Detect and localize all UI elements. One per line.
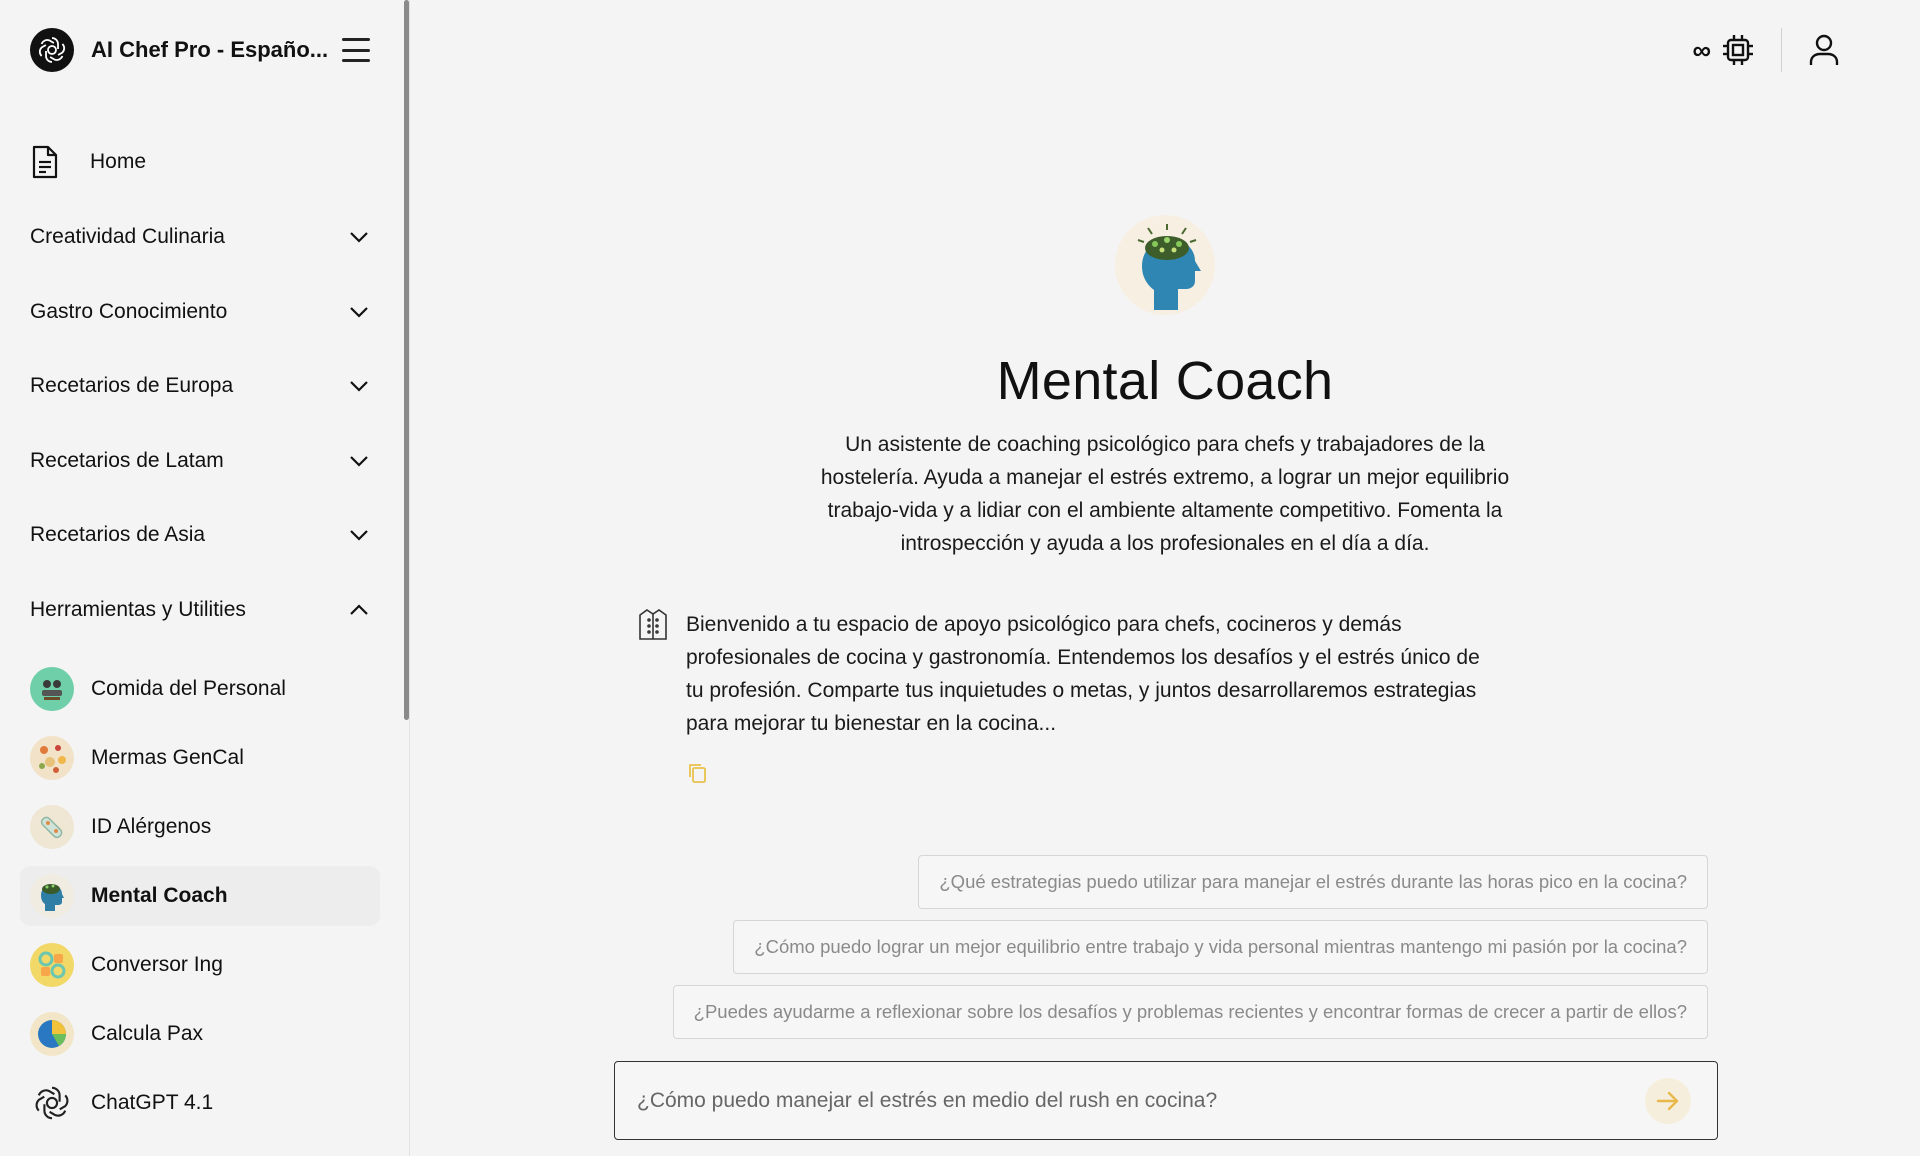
section-gastro-conocimiento[interactable]: Gastro Conocimiento (30, 292, 370, 332)
sidebar-item-comida-personal[interactable]: Comida del Personal (20, 659, 380, 719)
chevron-down-icon (348, 524, 370, 546)
document-icon (32, 145, 58, 179)
suggestion-button[interactable]: ¿Puedes ayudarme a reflexionar sobre los… (672, 985, 1708, 1039)
sidebar-item-mental-coach[interactable]: Mental Coach (20, 866, 380, 926)
sidebar-item-label: Conversor Ing (91, 953, 223, 976)
chevron-down-icon (348, 226, 370, 248)
sidebar-item-id-alergenos[interactable]: ID Alérgenos (20, 797, 380, 857)
converter-icon (30, 943, 74, 987)
suggestion-button[interactable]: ¿Cómo puedo lograr un mejor equilibrio e… (733, 920, 1708, 974)
ingredients-icon (30, 736, 74, 780)
sidebar-item-conversor-ing[interactable]: Conversor Ing (20, 935, 380, 995)
chat-input[interactable] (615, 1062, 1645, 1139)
chevron-down-icon (348, 450, 370, 472)
section-label: Recetarios de Asia (30, 523, 206, 546)
sidebar-item-mermas-gencal[interactable]: Mermas GenCal (20, 728, 380, 788)
sidebar-item-calcula-pax[interactable]: Calcula Pax (20, 1004, 380, 1064)
infinity-icon[interactable]: ∞ (1692, 37, 1711, 63)
sidebar: AI Chef Pro - Españo... Home Creatividad… (0, 0, 410, 1156)
send-button[interactable] (1645, 1077, 1691, 1124)
assistant-message: Bienvenido a tu espacio de apoyo psicoló… (686, 613, 1480, 735)
arrow-right-icon (1656, 1091, 1679, 1110)
sidebar-item-label: Calcula Pax (91, 1022, 204, 1045)
sidebar-scrollbar[interactable] (404, 0, 409, 720)
divider (1781, 28, 1782, 72)
sidebar-item-label: Home (90, 150, 147, 173)
sidebar-item-label: ChatGPT 4.1 (91, 1091, 214, 1114)
openai-icon (30, 1081, 74, 1125)
sidebar-item-label: Mermas GenCal (91, 746, 244, 769)
section-label: Recetarios de Europa (30, 374, 234, 397)
suggestion-button[interactable]: ¿Qué estrategias puedo utilizar para man… (918, 855, 1708, 909)
section-recetarios-latam[interactable]: Recetarios de Latam (30, 441, 370, 481)
staff-meal-icon (30, 667, 74, 711)
sidebar-item-label: Mental Coach (91, 884, 228, 907)
section-label: Creatividad Culinaria (30, 225, 225, 248)
section-recetarios-asia[interactable]: Recetarios de Asia (30, 515, 370, 555)
chip-icon[interactable] (1721, 33, 1755, 67)
sidebar-item-label: ID Alérgenos (91, 815, 212, 838)
brand[interactable]: AI Chef Pro - Españo... (30, 28, 380, 72)
user-icon[interactable] (1808, 33, 1840, 67)
sidebar-item-home[interactable]: Home (30, 142, 370, 182)
chef-jacket-icon (639, 609, 667, 640)
mental-coach-icon (30, 874, 74, 918)
chevron-up-icon (348, 599, 370, 621)
section-label: Herramientas y Utilities (30, 598, 246, 621)
section-label: Gastro Conocimiento (30, 300, 228, 323)
app-title: AI Chef Pro - Españo... (91, 37, 329, 62)
allergens-icon (30, 805, 74, 849)
sidebar-item-label: Comida del Personal (91, 677, 286, 700)
chat-input-box (614, 1061, 1718, 1140)
menu-icon[interactable] (342, 38, 370, 62)
mental-coach-avatar (1115, 215, 1215, 315)
copy-icon[interactable] (687, 762, 707, 784)
chevron-down-icon (348, 301, 370, 323)
openai-logo-icon (30, 28, 74, 72)
pie-chart-icon (30, 1012, 74, 1056)
page-title: Mental Coach (996, 351, 1334, 411)
assistant-description: Un asistente de coaching psicológico par… (820, 433, 1510, 555)
section-label: Recetarios de Latam (30, 449, 224, 472)
section-herramientas-utilities[interactable]: Herramientas y Utilities (30, 590, 370, 630)
sidebar-item-chatgpt[interactable]: ChatGPT 4.1 (20, 1073, 380, 1133)
chevron-down-icon (348, 375, 370, 397)
section-recetarios-europa[interactable]: Recetarios de Europa (30, 366, 370, 406)
topbar: ∞ (1692, 28, 1840, 72)
section-creatividad-culinaria[interactable]: Creatividad Culinaria (30, 217, 370, 257)
